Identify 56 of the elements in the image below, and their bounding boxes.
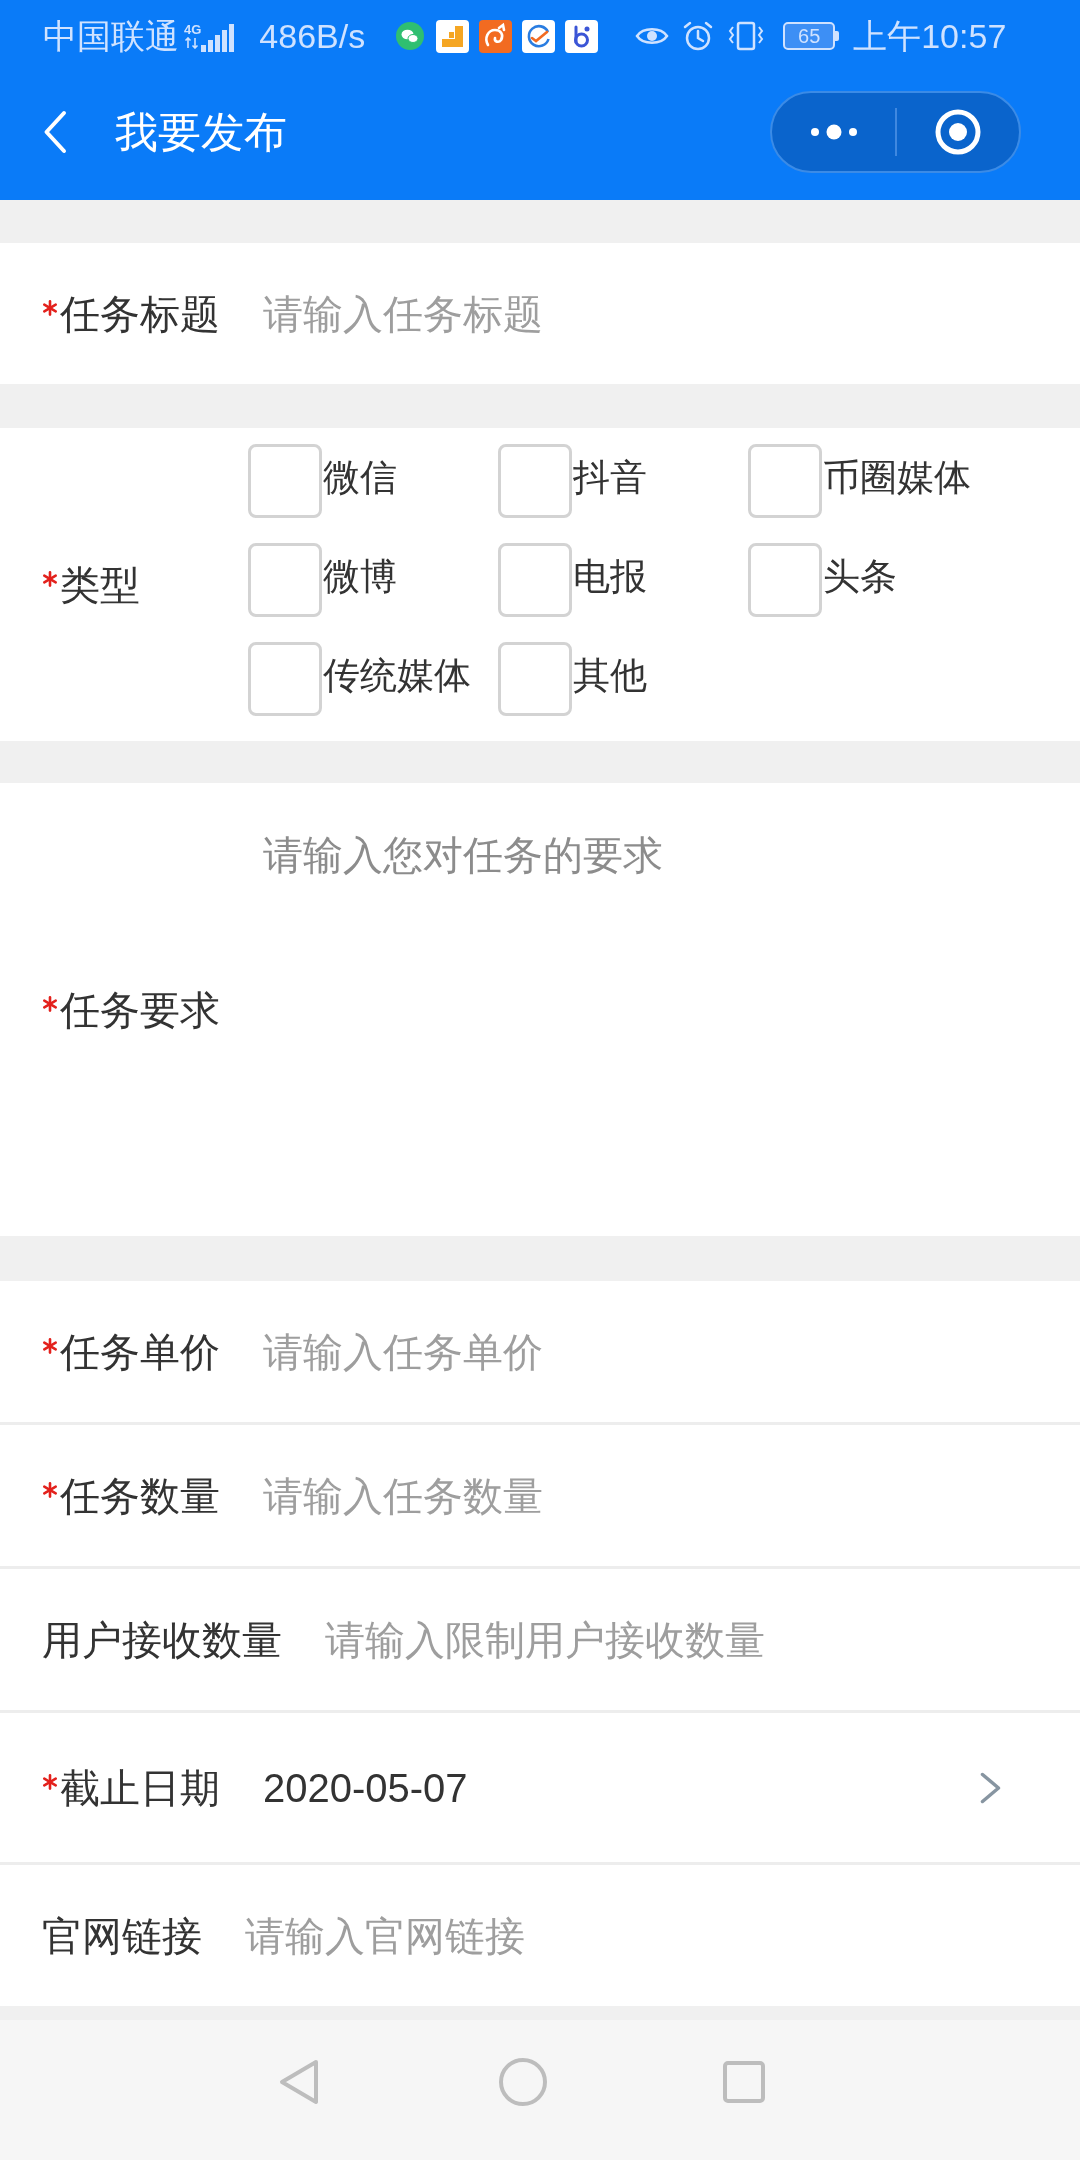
input-row[interactable]: 任务数量 请输入任务数量	[0, 1425, 1080, 1566]
input-row[interactable]: 任务单价 请输入任务单价	[0, 1281, 1080, 1422]
ring-dot-icon	[935, 109, 981, 155]
back-chevron-icon	[43, 110, 67, 154]
alarm-clock-icon	[682, 20, 715, 52]
field-label: 任务数量	[60, 1472, 220, 1520]
app-tile-icon	[565, 19, 599, 53]
checkbox[interactable]	[498, 444, 572, 518]
data-arrows-icon	[184, 37, 200, 49]
option-label: 币圈媒体	[823, 456, 971, 500]
checkbox[interactable]	[248, 444, 322, 518]
carrier-name: 中国联通	[43, 16, 179, 56]
field-label: 任务要求	[60, 986, 220, 1034]
option-label: 微博	[323, 555, 397, 599]
square-recents-icon	[723, 2061, 765, 2103]
battery-indicator: 65	[783, 22, 840, 50]
field-label: 类型	[60, 561, 140, 609]
circle-home-icon	[499, 2058, 547, 2106]
app-tile-icon	[522, 19, 556, 53]
chat-bubbles-icon	[396, 22, 425, 50]
checkbox[interactable]	[748, 444, 822, 518]
option-label: 抖音	[573, 456, 647, 500]
field-label: 截止日期	[60, 1764, 220, 1812]
input-row[interactable]: 用户接收数量 请输入限制用户接收数量	[0, 1569, 1080, 1710]
more-dots-icon	[810, 124, 857, 140]
option-label: 传统媒体	[323, 654, 471, 698]
signal-icon	[201, 24, 236, 52]
chevron-right-icon	[980, 1771, 1001, 1804]
field-label: 任务标题	[60, 290, 220, 338]
field-label: 任务单价	[60, 1328, 220, 1376]
field-label: 官网链接	[42, 1912, 202, 1960]
clock-time: 上午10:57	[853, 16, 1007, 56]
input-row[interactable]: 官网链接 请输入官网链接	[0, 1865, 1080, 2006]
checkbox[interactable]	[748, 543, 822, 617]
option-label: 其他	[573, 654, 647, 698]
app-tile-icon	[479, 19, 513, 53]
network-type: 4G	[184, 23, 202, 37]
checkbox[interactable]	[498, 642, 572, 716]
picker-row[interactable]: 截止日期 2020-05-07	[0, 1713, 1080, 1862]
page-title: 我要发布	[115, 107, 287, 158]
triangle-back-icon	[279, 2059, 319, 2105]
textarea-row[interactable]: 任务要求 请输入您对任务的要求	[0, 783, 1080, 1236]
checkbox[interactable]	[248, 543, 322, 617]
app-tile-icon	[436, 19, 470, 53]
option-label: 微信	[323, 456, 397, 500]
input-row[interactable]: 任务标题 请输入任务标题	[0, 243, 1080, 384]
back-nav-button[interactable]	[279, 2059, 319, 2105]
recents-nav-button[interactable]	[723, 2061, 765, 2103]
option-label: 电报	[573, 555, 647, 599]
back-button[interactable]	[43, 110, 67, 154]
field-label: 用户接收数量	[42, 1616, 282, 1664]
checkbox[interactable]	[498, 543, 572, 617]
option-label: 头条	[823, 555, 897, 599]
home-nav-button[interactable]	[499, 2058, 547, 2106]
checkbox[interactable]	[248, 642, 322, 716]
network-speed: 486B/s	[259, 16, 366, 56]
